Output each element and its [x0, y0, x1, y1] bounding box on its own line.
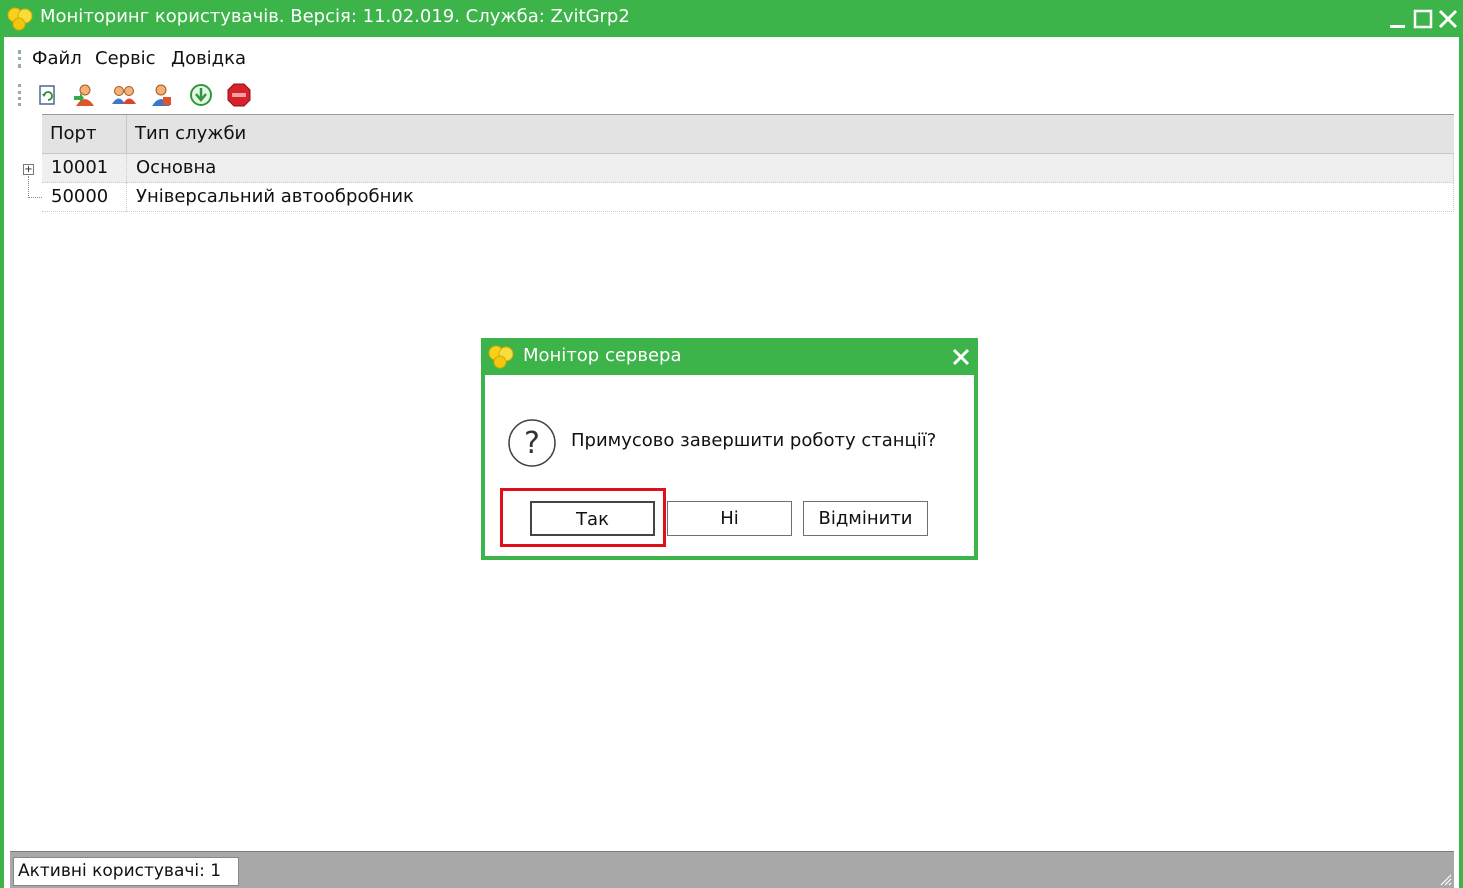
- close-icon[interactable]: [951, 347, 971, 367]
- services-grid: Порт Тип служби + 10001 Основна 50000 Ун…: [16, 114, 1454, 214]
- maximize-icon[interactable]: [1412, 8, 1434, 30]
- active-users-status: Активні користувачі: 1: [13, 857, 239, 886]
- table-row[interactable]: 10001 Основна: [42, 154, 1454, 183]
- grid-header: Порт Тип служби: [42, 114, 1454, 155]
- user-connect-icon[interactable]: [72, 82, 98, 108]
- no-button[interactable]: Ні: [667, 501, 792, 536]
- window-title: Моніторинг користувачів. Версія: 11.02.0…: [40, 6, 630, 27]
- resize-grip-icon[interactable]: [1438, 872, 1452, 886]
- user-icon[interactable]: [148, 82, 174, 108]
- title-bar[interactable]: Моніторинг користувачів. Версія: 11.02.0…: [0, 0, 1463, 37]
- table-row[interactable]: 50000 Універсальний автообробник: [42, 183, 1454, 212]
- refresh-icon[interactable]: [34, 82, 60, 108]
- status-bar: Активні користувачі: 1: [10, 851, 1454, 888]
- cancel-button[interactable]: Відмінити: [803, 501, 928, 536]
- expand-row-icon[interactable]: +: [23, 164, 34, 175]
- toolbar: [14, 78, 1454, 112]
- cell-service-type: Основна: [136, 157, 217, 178]
- menu-help[interactable]: Довідка: [171, 48, 246, 69]
- download-icon[interactable]: [188, 82, 214, 108]
- cell-port: 50000: [42, 183, 127, 212]
- close-icon[interactable]: [1437, 8, 1459, 30]
- menu-file[interactable]: Файл: [32, 48, 82, 69]
- app-logo-icon: [7, 7, 33, 31]
- cell-service-type: Універсальний автообробник: [136, 186, 414, 207]
- menu-bar: Файл Сервіс Довідка: [14, 44, 1454, 74]
- toolbar-grip[interactable]: [18, 84, 21, 106]
- yes-button[interactable]: Так: [530, 501, 655, 536]
- users-icon[interactable]: [111, 82, 137, 108]
- stop-icon[interactable]: [226, 82, 252, 108]
- column-header-service-type[interactable]: Тип служби: [127, 115, 1454, 155]
- cell-port: 10001: [42, 154, 127, 183]
- menu-grip[interactable]: [18, 50, 21, 68]
- app-logo-icon: [488, 345, 514, 369]
- dialog-title: Монітор сервера: [523, 345, 682, 366]
- tree-connector: [28, 176, 42, 198]
- menu-service[interactable]: Сервіс: [95, 48, 156, 69]
- question-icon: ?: [508, 419, 556, 467]
- svg-text:?: ?: [524, 426, 540, 461]
- confirm-dialog: Монітор сервера ? Примусово завершити ро…: [481, 338, 978, 560]
- minimize-icon[interactable]: [1387, 8, 1409, 30]
- dialog-title-bar[interactable]: Монітор сервера: [481, 338, 978, 375]
- column-header-port[interactable]: Порт: [42, 115, 127, 155]
- dialog-message: Примусово завершити роботу станції?: [571, 430, 937, 451]
